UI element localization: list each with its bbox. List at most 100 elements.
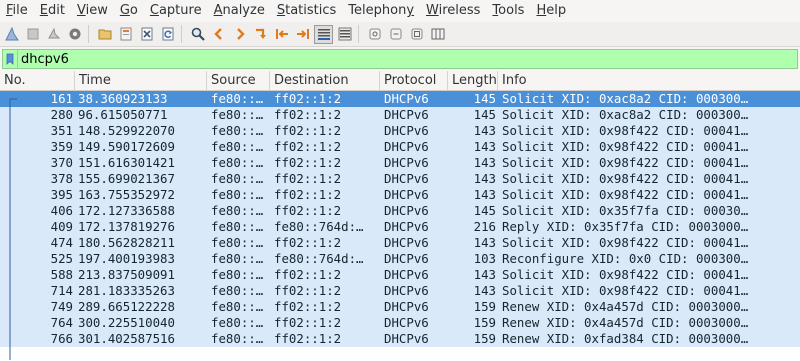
packet-destination: ff02::1:2: [274, 203, 342, 218]
packet-length: 143: [473, 235, 496, 250]
packet-row[interactable]: 588 213.837509091 fe80::… ff02::1:2 DHCPv6 14…: [0, 267, 800, 283]
packet-number: 749: [50, 299, 73, 314]
packet-length: 145: [473, 91, 496, 106]
packet-destination: ff02::1:2: [274, 107, 342, 122]
close-file-icon[interactable]: [137, 25, 156, 44]
restart-capture-icon[interactable]: [44, 25, 63, 44]
menu-tools[interactable]: Tools: [486, 0, 530, 22]
go-last-icon[interactable]: [293, 25, 312, 44]
bookmark-icon[interactable]: [3, 50, 18, 68]
packet-list[interactable]: No. Time Source Destination Protocol Len…: [0, 71, 800, 361]
packet-time: 172.127336588: [78, 203, 175, 218]
zoom-out-icon[interactable]: [386, 25, 405, 44]
packet-row[interactable]: 161 38.360923133 fe80::… ff02::1:2 DHCPv6 145…: [0, 91, 800, 107]
packet-time: 172.137819276: [78, 219, 175, 234]
packet-destination: ff02::1:2: [274, 315, 342, 330]
packet-length: 159: [473, 299, 496, 314]
packet-number: 766: [50, 331, 73, 346]
column-header-no[interactable]: No.: [0, 71, 75, 90]
packet-number: 406: [50, 203, 73, 218]
packet-list-header: No. Time Source Destination Protocol Len…: [0, 71, 800, 91]
packet-row[interactable]: 764 300.225510040 fe80::… ff02::1:2 DHCPv6 15…: [0, 315, 800, 331]
menu-file[interactable]: File: [0, 0, 34, 22]
packet-info: Reply XID: 0x35f7fa CID: 0003000…: [502, 219, 749, 234]
packet-row[interactable]: 409 172.137819276 fe80::… fe80::764d:… DHCPv…: [0, 219, 800, 235]
packet-time: 155.699021367: [78, 171, 175, 186]
packet-length: 216: [473, 219, 496, 234]
packet-row[interactable]: 525 197.400193983 fe80::… fe80::764d:… DHCPv…: [0, 251, 800, 267]
packet-row[interactable]: 280 96.615050771 fe80::… ff02::1:2 DHCPv6 145…: [0, 107, 800, 123]
column-header-info[interactable]: Info: [498, 71, 800, 90]
column-header-source[interactable]: Source: [207, 71, 270, 90]
packet-destination: fe80::764d:…: [274, 251, 364, 266]
menu-statistics[interactable]: Statistics: [271, 0, 342, 22]
packet-length: 143: [473, 155, 496, 170]
menu-go[interactable]: Go: [114, 0, 144, 22]
go-forward-icon[interactable]: [230, 25, 249, 44]
packet-length: 143: [473, 267, 496, 282]
packet-protocol: DHCPv6: [384, 123, 429, 138]
packet-number: 161: [50, 91, 73, 106]
open-file-icon[interactable]: [95, 25, 114, 44]
menu-edit[interactable]: Edit: [34, 0, 71, 22]
packet-row[interactable]: 474 180.562828211 fe80::… ff02::1:2 DHCPv6 14…: [0, 235, 800, 251]
menu-capture[interactable]: Capture: [144, 0, 208, 22]
packet-row[interactable]: 766 301.402587516 fe80::… ff02::1:2 DHCPv6 15…: [0, 331, 800, 347]
packet-row[interactable]: 395 163.755352972 fe80::… ff02::1:2 DHCPv6 14…: [0, 187, 800, 203]
packet-row[interactable]: 406 172.127336588 fe80::… ff02::1:2 DHCPv6 14…: [0, 203, 800, 219]
packet-protocol: DHCPv6: [384, 219, 429, 234]
packet-destination: ff02::1:2: [274, 331, 342, 346]
column-header-protocol[interactable]: Protocol: [380, 71, 448, 90]
reload-file-icon[interactable]: [158, 25, 177, 44]
save-file-icon[interactable]: [116, 25, 135, 44]
packet-source: fe80::…: [211, 235, 264, 250]
menu-analyze[interactable]: Analyze: [208, 0, 271, 22]
menu-help[interactable]: Help: [530, 0, 572, 22]
packet-row[interactable]: 714 281.183335263 fe80::… ff02::1:2 DHCPv6 14…: [0, 283, 800, 299]
packet-length: 145: [473, 203, 496, 218]
column-header-length[interactable]: Length: [448, 71, 498, 90]
capture-options-icon[interactable]: [65, 25, 84, 44]
packet-protocol: DHCPv6: [384, 203, 429, 218]
filter-text[interactable]: dhcpv6: [21, 52, 69, 67]
shark-fin-start-icon[interactable]: [2, 25, 21, 44]
find-packet-icon[interactable]: [188, 25, 207, 44]
packet-time: 213.837509091: [78, 267, 175, 282]
packet-destination: ff02::1:2: [274, 91, 342, 106]
packet-source: fe80::…: [211, 267, 264, 282]
menu-telephony[interactable]: Telephony: [342, 0, 420, 22]
packet-row[interactable]: 370 151.616301421 fe80::… ff02::1:2 DHCPv6 14…: [0, 155, 800, 171]
auto-scroll-icon[interactable]: [314, 24, 333, 44]
packet-destination: ff02::1:2: [274, 139, 342, 154]
display-filter-input[interactable]: dhcpv6: [2, 49, 798, 69]
resize-columns-icon[interactable]: [428, 25, 447, 44]
normal-size-icon[interactable]: [407, 25, 426, 44]
packet-info: Solicit XID: 0x35f7fa CID: 00030…: [502, 203, 749, 218]
go-back-icon[interactable]: [209, 25, 228, 44]
packet-protocol: DHCPv6: [384, 107, 429, 122]
packet-protocol: DHCPv6: [384, 235, 429, 250]
packet-protocol: DHCPv6: [384, 155, 429, 170]
packet-row[interactable]: 378 155.699021367 fe80::… ff02::1:2 DHCPv6 14…: [0, 171, 800, 187]
column-header-time[interactable]: Time: [75, 71, 207, 90]
packet-row[interactable]: 749 289.665122228 fe80::… ff02::1:2 DHCPv6 15…: [0, 299, 800, 315]
packet-source: fe80::…: [211, 219, 264, 234]
packet-time: 151.616301421: [78, 155, 175, 170]
packet-row[interactable]: 359 149.590172609 fe80::… ff02::1:2 DHCPv6 14…: [0, 139, 800, 155]
zoom-in-icon[interactable]: [365, 25, 384, 44]
go-to-packet-icon[interactable]: [251, 25, 270, 44]
packet-number: 351: [50, 123, 73, 138]
menu-view[interactable]: View: [71, 0, 114, 22]
menu-bar: File Edit View Go Capture Analyze Statistics Te…: [0, 0, 800, 22]
menu-wireless[interactable]: Wireless: [420, 0, 486, 22]
packet-source: fe80::…: [211, 283, 264, 298]
packet-source: fe80::…: [211, 315, 264, 330]
packet-source: fe80::…: [211, 107, 264, 122]
colorize-icon[interactable]: [335, 25, 354, 44]
packet-number: 714: [50, 283, 73, 298]
column-header-destination[interactable]: Destination: [270, 71, 380, 90]
go-first-icon[interactable]: [272, 25, 291, 44]
packet-protocol: DHCPv6: [384, 91, 429, 106]
packet-row[interactable]: 351 148.529922070 fe80::… ff02::1:2 DHCPv6 14…: [0, 123, 800, 139]
stop-capture-icon[interactable]: [23, 25, 42, 44]
